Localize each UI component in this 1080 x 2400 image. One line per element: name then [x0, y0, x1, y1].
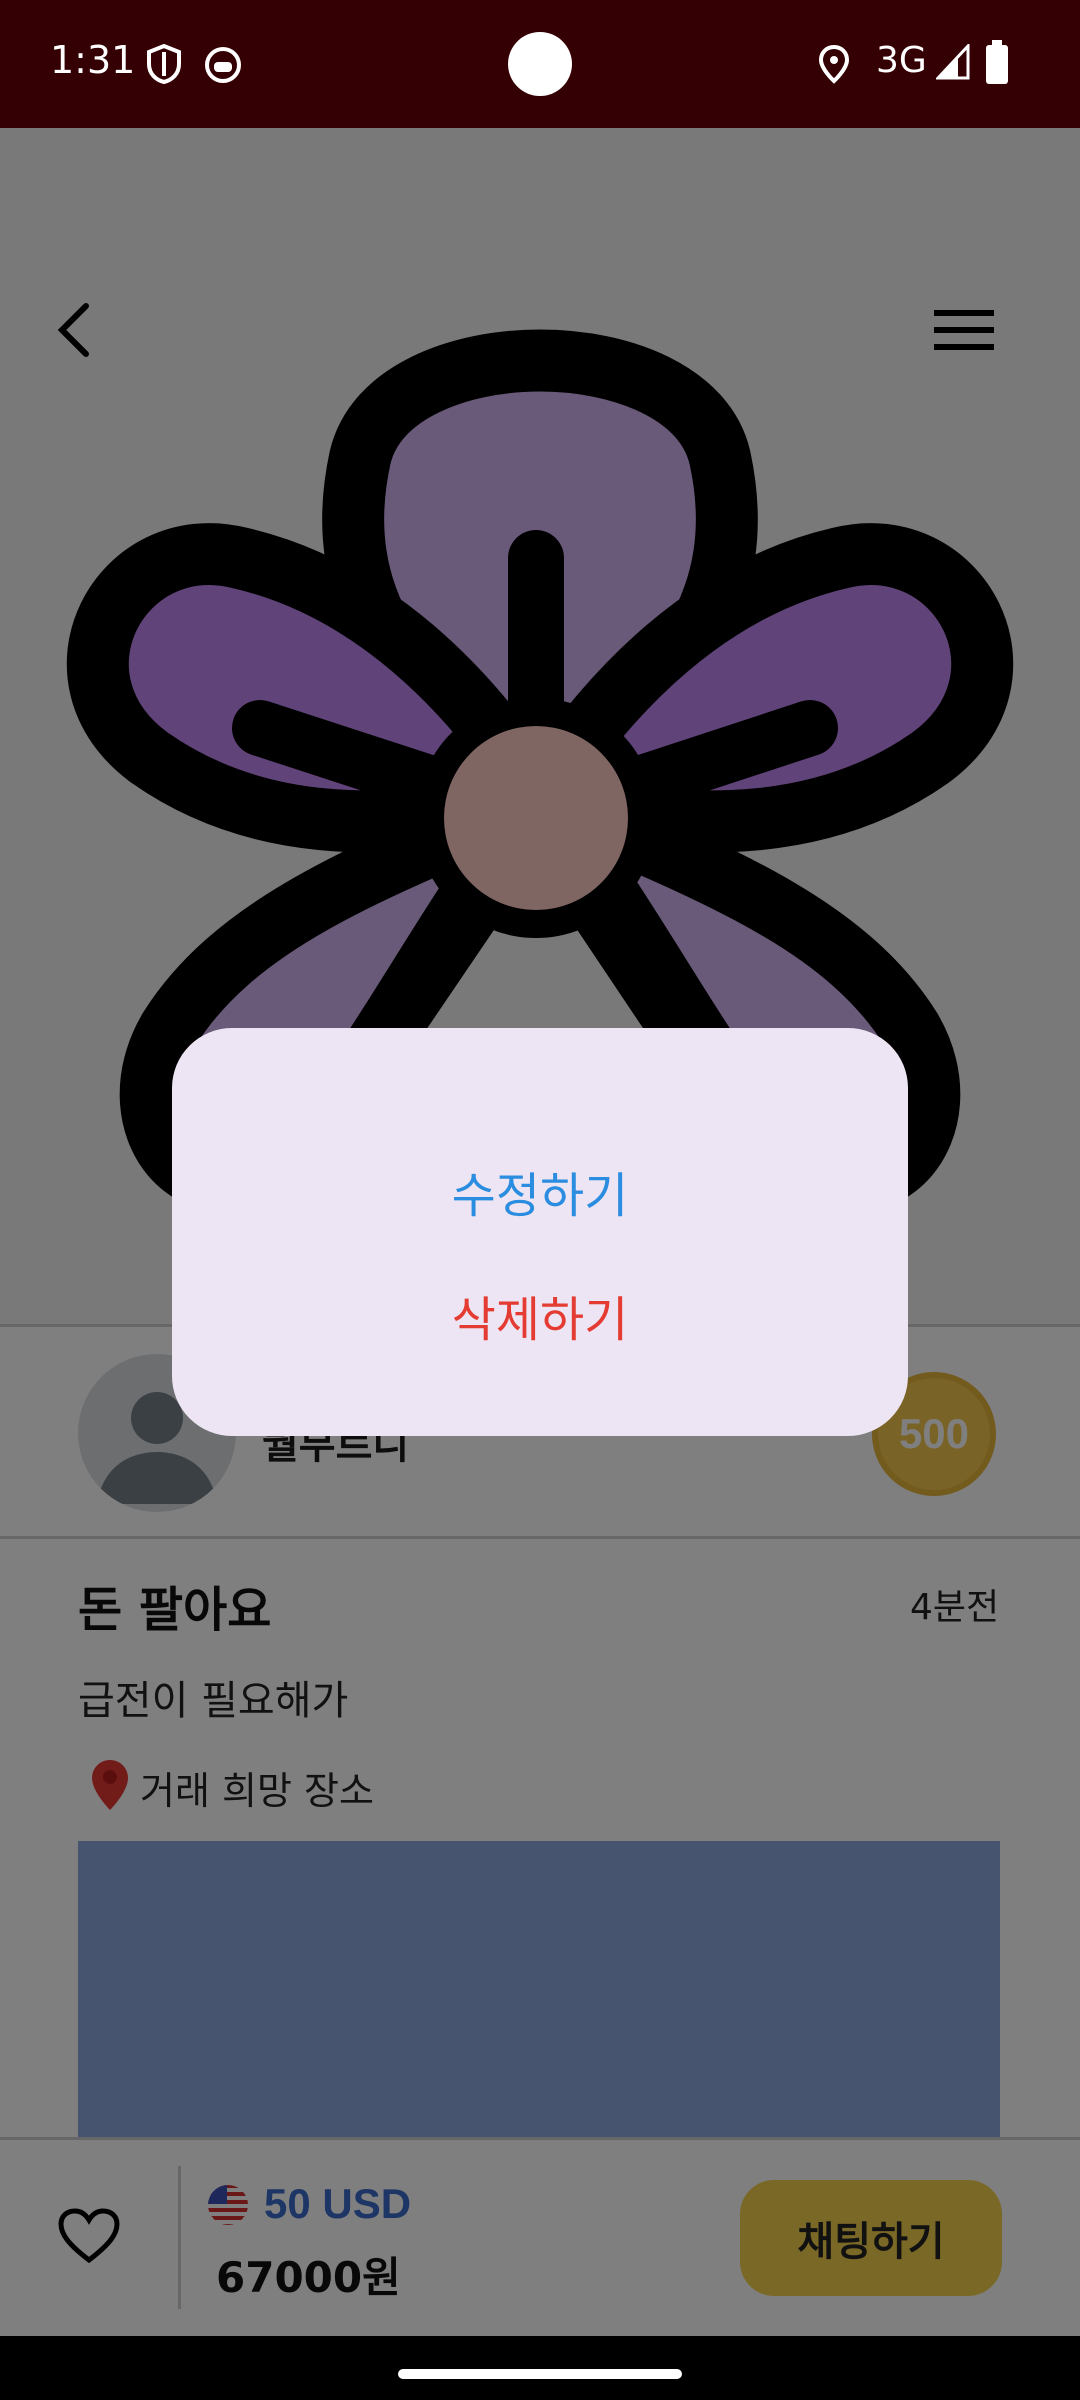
location-icon — [818, 44, 850, 84]
delete-button[interactable]: 삭제하기 — [172, 1280, 908, 1350]
edit-button[interactable]: 수정하기 — [172, 1156, 908, 1226]
home-gesture-handle[interactable] — [398, 2369, 682, 2379]
navigation-bar — [0, 2336, 1080, 2400]
options-dialog: 수정하기 삭제하기 — [172, 1028, 908, 1436]
cat-icon — [205, 47, 241, 83]
network-type: 3G — [876, 40, 927, 81]
shield-icon — [147, 44, 181, 84]
status-bar: 1:31 3G — [0, 0, 1080, 128]
camera-cutout — [508, 32, 572, 96]
signal-icon — [936, 44, 970, 80]
status-time: 1:31 — [50, 38, 136, 82]
battery-icon — [986, 40, 1008, 84]
